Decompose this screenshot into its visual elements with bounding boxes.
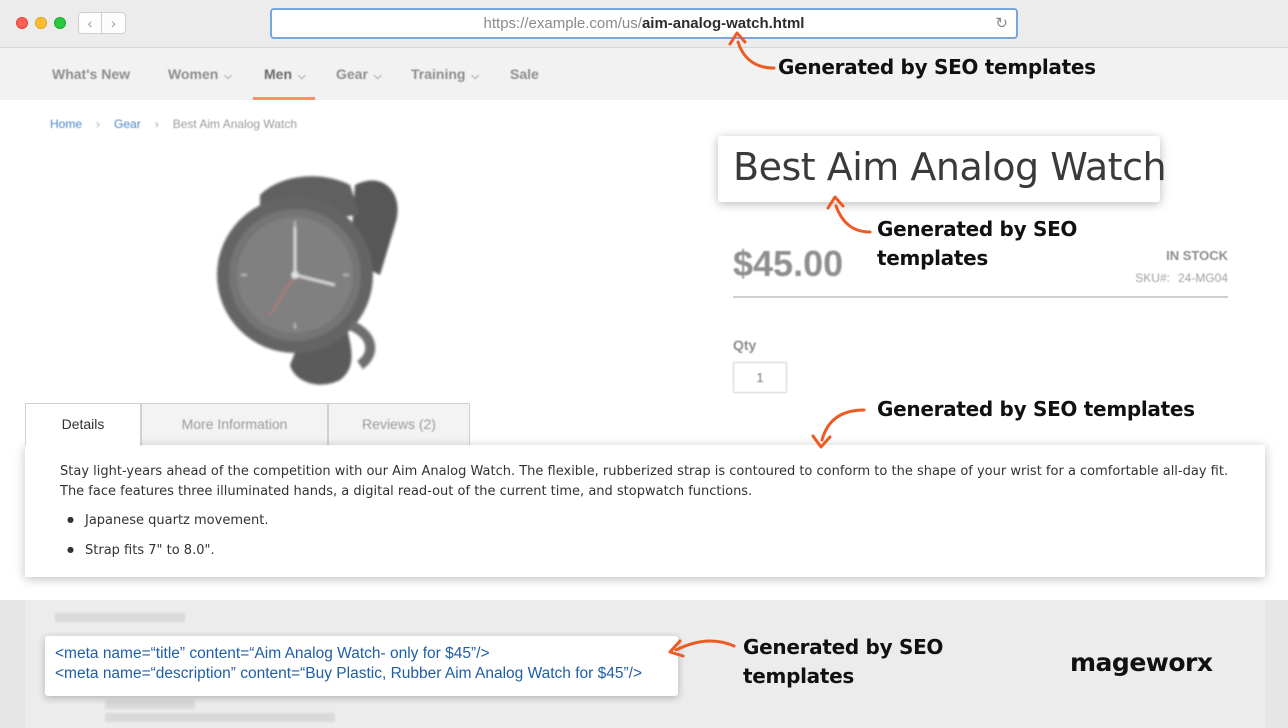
forward-button[interactable]: › (102, 12, 126, 34)
maximize-window-button[interactable] (54, 17, 66, 29)
product-price: $45.00 (733, 243, 844, 284)
nav-item-men[interactable]: Men ⌵ (264, 66, 306, 82)
sku-value: 24-MG04 (1177, 271, 1228, 285)
annotation-details: Generated by SEO templates (877, 397, 1195, 421)
placeholder-line (105, 713, 335, 722)
breadcrumb-gear[interactable]: Gear (114, 117, 141, 131)
annotation-meta: Generated by SEO templates (743, 635, 944, 688)
product-image (217, 176, 398, 385)
sku-label: SKU#: (1135, 271, 1170, 285)
url-prefix: https://example.com/us/ (483, 15, 642, 32)
placeholder-line (55, 613, 185, 622)
meta-description-tag: <meta name=“description” content=“Buy Pl… (55, 665, 643, 682)
annotation-url: Generated by SEO templates (778, 55, 1096, 79)
breadcrumb-current: Best Aim Analog Watch (172, 117, 297, 131)
chevron-down-icon: ⌵ (224, 71, 232, 82)
nav-item-training[interactable]: Training ⌵ (411, 66, 479, 82)
product-title-box: Best Aim Analog Watch (718, 136, 1167, 202)
qty-label: Qty (733, 337, 757, 353)
minimize-window-button[interactable] (35, 17, 47, 29)
breadcrumb: Home › Gear › Best Aim Analog Watch (50, 117, 297, 131)
nav-item-gear[interactable]: Gear ⌵ (336, 66, 382, 82)
chevron-down-icon: ⌵ (471, 71, 480, 82)
tab-details[interactable]: Details (25, 403, 141, 446)
meta-tags-box: <meta name=“title” content=“Aim Analog W… (45, 636, 678, 696)
chevron-left-icon: ‹ (87, 15, 93, 31)
chevron-down-icon: ⌵ (298, 71, 306, 82)
arrow-icon (728, 31, 776, 70)
list-item: Japanese quartz movement. (67, 513, 269, 528)
tab-more-information[interactable]: More Information (141, 403, 328, 446)
list-item: Strap fits 7" to 8.0". (67, 543, 215, 558)
annotation-title: Generated by SEO templates (877, 217, 1078, 270)
product-title: Best Aim Analog Watch (733, 145, 1167, 189)
arrow-icon (668, 639, 736, 658)
nav-item-women[interactable]: Women ⌵ (168, 66, 232, 82)
url-slug: aim-analog-watch.html (641, 15, 805, 32)
price-divider (733, 296, 1228, 298)
nav-item-sale[interactable]: Sale (510, 66, 539, 82)
tab-reviews[interactable]: Reviews (2) (328, 403, 470, 446)
arrow-icon (826, 195, 872, 234)
reload-icon[interactable]: ↻ (995, 10, 1008, 37)
breadcrumb-home[interactable]: Home (50, 117, 82, 131)
product-description: Stay light-years ahead of the competitio… (60, 464, 1229, 499)
meta-title-tag: <meta name=“title” content=“Aim Analog W… (55, 645, 490, 662)
details-panel: Stay light-years ahead of the competitio… (25, 445, 1265, 577)
qty-input[interactable]: 1 (733, 362, 787, 393)
nav-item-whats-new[interactable]: What's New (52, 66, 130, 82)
stock-status: IN STOCK (1166, 248, 1228, 263)
address-bar[interactable]: https://example.com/us/aim-analog-watch.… (270, 8, 1018, 39)
browser-toolbar: ‹ › https://example.com/us/aim-analog-wa… (0, 0, 1288, 48)
mageworx-logo: mageworx (1070, 648, 1213, 677)
arrow-icon (811, 408, 866, 449)
chevron-down-icon: ⌵ (373, 71, 382, 82)
sku: SKU#: 24-MG04 (1118, 271, 1228, 285)
back-button[interactable]: ‹ (78, 12, 102, 34)
chevron-right-icon: › (111, 15, 116, 31)
placeholder-line (105, 700, 195, 709)
close-window-button[interactable] (16, 17, 28, 29)
